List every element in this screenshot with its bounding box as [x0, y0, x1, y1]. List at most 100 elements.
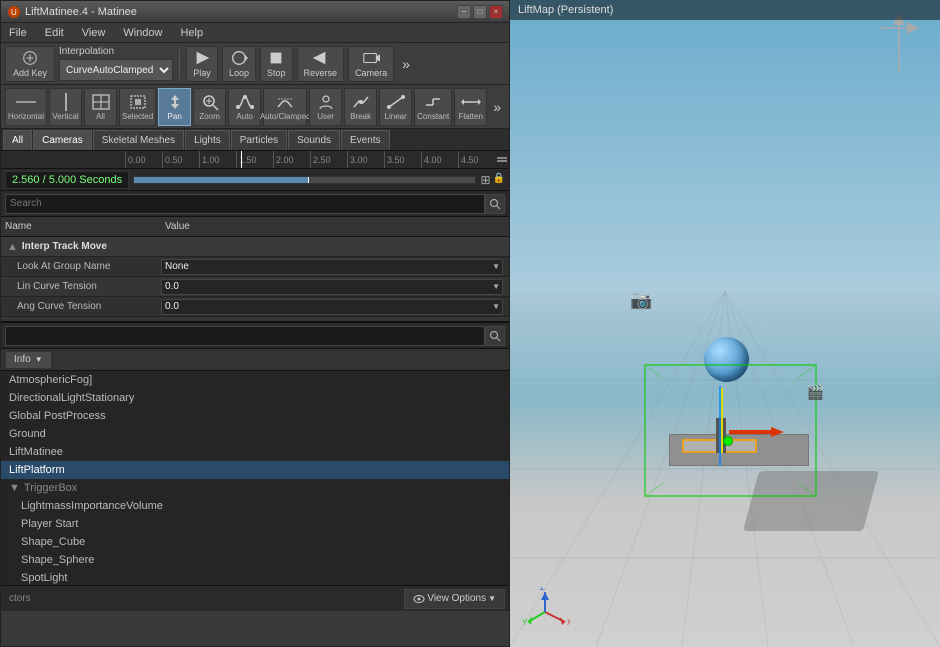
play-button[interactable]: Play	[186, 46, 218, 82]
constant-button[interactable]: Constant	[414, 88, 452, 126]
actor-lift-matinee[interactable]: LiftMatinee	[1, 443, 509, 461]
ruler-5: 2.50	[310, 151, 347, 168]
timeline-ruler: 0.00 0.50 1.00 1.50 2.00 2.50 3.00 3.50 …	[1, 151, 509, 169]
timeline-scroll[interactable]: 0.00 0.50 1.00 1.50 2.00 2.50 3.00 3.50 …	[121, 151, 495, 168]
view-options-button[interactable]: View Options ▼	[404, 589, 505, 609]
camera-button[interactable]: Camera	[348, 46, 394, 82]
close-button[interactable]: ×	[489, 5, 503, 19]
info-button[interactable]: Info ▼	[5, 351, 52, 369]
viewport-header: LiftMap (Persistent)	[510, 0, 940, 20]
vertical-button[interactable]: Vertical	[49, 88, 82, 126]
pan-button[interactable]: Pan	[158, 88, 191, 126]
selected-button[interactable]: Selected	[119, 88, 156, 126]
actor-atmospheric-fog[interactable]: AtmosphericFog]	[1, 371, 509, 389]
constant-label: Constant	[417, 112, 449, 121]
triggerbox-arrow: ▼	[9, 482, 20, 494]
actor-shape-cube[interactable]: Shape_Cube	[1, 533, 509, 551]
actors-header: Info ▼	[1, 349, 509, 371]
actor-directional-light[interactable]: DirectionalLightStationary	[1, 389, 509, 407]
timeline-lock-icon[interactable]: 🔒	[493, 173, 505, 187]
tab-cameras[interactable]: Cameras	[33, 130, 92, 150]
menu-window[interactable]: Window	[119, 27, 166, 39]
tab-particles[interactable]: Particles	[231, 130, 287, 150]
actor-lightmass[interactable]: LightmassImportanceVolume	[1, 497, 509, 515]
add-key-button[interactable]: Add Key	[5, 46, 55, 82]
prop-value-lin[interactable]: 0.0 ▼	[161, 279, 503, 295]
tab-events[interactable]: Events	[341, 130, 390, 150]
tab-all[interactable]: All	[3, 130, 32, 150]
menu-edit[interactable]: Edit	[41, 27, 68, 39]
actors-search-icon	[489, 330, 501, 342]
playhead[interactable]	[241, 151, 242, 168]
ruler-2: 1.00	[199, 151, 236, 168]
all-button[interactable]: All	[84, 88, 117, 126]
horizontal-button[interactable]: Horizontal	[5, 88, 47, 126]
quat-checkbox[interactable]	[164, 321, 176, 322]
prop-value-quat[interactable]	[161, 319, 503, 322]
timeline-fill	[134, 177, 308, 183]
interpolation-select[interactable]: CurveAutoClamped	[59, 59, 173, 81]
prop-value-look-at[interactable]: None ▼	[161, 259, 503, 275]
add-key-icon	[21, 49, 39, 67]
prop-name-look-at: Look At Group Name	[7, 261, 161, 272]
tab-lights[interactable]: Lights	[185, 130, 230, 150]
actor-ground[interactable]: Ground	[1, 425, 509, 443]
autoclamped-button[interactable]: Auto/Clamped	[263, 88, 307, 126]
actor-player-start[interactable]: Player Start	[1, 515, 509, 533]
x-axis-label: X	[567, 618, 570, 627]
linear-icon	[386, 93, 406, 111]
tab-sounds[interactable]: Sounds	[288, 130, 340, 150]
user-icon	[316, 93, 336, 111]
curve-more-button[interactable]: »	[489, 99, 505, 115]
dropdown-arrow-2: ▼	[492, 302, 500, 311]
actor-lift-platform[interactable]: LiftPlatform	[1, 461, 509, 479]
break-icon	[351, 93, 371, 111]
all-icon	[91, 93, 111, 111]
prop-value-ang[interactable]: 0.0 ▼	[161, 299, 503, 315]
user-label: User	[317, 112, 334, 121]
app-icon: U	[7, 5, 21, 19]
actor-shape-sphere[interactable]: Shape_Sphere	[1, 551, 509, 569]
auto-button[interactable]: Auto	[228, 88, 261, 126]
stop-icon	[267, 49, 285, 67]
search-button[interactable]	[485, 194, 505, 214]
viewport[interactable]: LiftMap (Persistent) ⚙	[510, 0, 940, 647]
loop-button[interactable]: Loop	[222, 46, 256, 82]
timeline-progress-bar[interactable]	[133, 176, 476, 184]
reverse-button[interactable]: Reverse	[297, 46, 345, 82]
menu-help[interactable]: Help	[176, 27, 207, 39]
ruler-9: 4.50	[458, 151, 495, 168]
search-input[interactable]	[5, 194, 485, 214]
actors-search-button[interactable]	[485, 326, 505, 346]
linear-button[interactable]: Linear	[379, 88, 412, 126]
maximize-button[interactable]: □	[473, 5, 487, 19]
value-column-header: Value	[165, 221, 505, 232]
actors-footer: ctors View Options ▼	[1, 585, 509, 611]
menu-file[interactable]: File	[5, 27, 31, 39]
timeline-tabs: All Cameras Skeletal Meshes Lights Parti…	[1, 129, 509, 151]
actor-global-post[interactable]: Global PostProcess	[1, 407, 509, 425]
search-bar	[1, 191, 509, 217]
prop-row-look-at: Look At Group Name None ▼	[1, 257, 509, 277]
minimize-button[interactable]: −	[457, 5, 471, 19]
zoom-button[interactable]: Zoom	[193, 88, 226, 126]
camera-icon	[362, 49, 380, 67]
section-header[interactable]: ▲ Interp Track Move	[1, 237, 509, 257]
more-button[interactable]: »	[398, 56, 414, 72]
break-button[interactable]: Break	[344, 88, 377, 126]
vertical-icon	[56, 93, 76, 111]
actor-trigger-box[interactable]: ▼ TriggerBox	[1, 479, 509, 497]
linear-label: Linear	[385, 112, 407, 121]
flatten-button[interactable]: Flatten	[454, 88, 487, 126]
info-label: Info	[14, 354, 31, 365]
actors-search-input[interactable]	[5, 326, 485, 346]
tab-skeletal-meshes[interactable]: Skeletal Meshes	[93, 130, 184, 150]
properties-area: Name Value ▲ Interp Track Move Look At G…	[1, 191, 509, 321]
user-button[interactable]: User	[309, 88, 342, 126]
actor-spotlight[interactable]: SpotLight	[1, 569, 509, 585]
selected-icon	[128, 93, 148, 111]
menu-view[interactable]: View	[78, 27, 110, 39]
timeline-settings-icon[interactable]: ⊞	[480, 173, 490, 187]
stop-button[interactable]: Stop	[260, 46, 293, 82]
loop-label: Loop	[229, 68, 249, 78]
